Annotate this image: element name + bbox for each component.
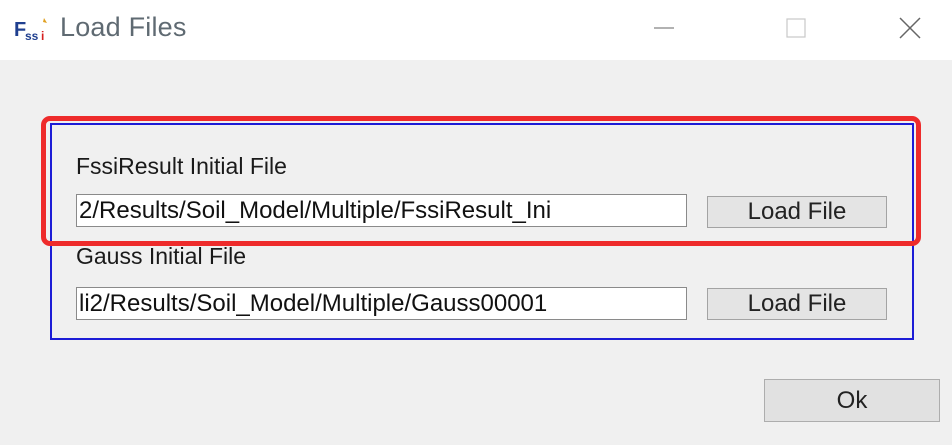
gauss-load-button[interactable]: Load File <box>707 288 887 320</box>
title-bar: F ss i Load Files <box>0 0 952 60</box>
minimize-button[interactable] <box>634 0 694 56</box>
maximize-icon <box>786 18 806 38</box>
close-icon <box>899 17 921 39</box>
ok-button[interactable]: Ok <box>764 379 940 422</box>
close-button[interactable] <box>880 0 940 56</box>
window-title: Load Files <box>60 12 187 42</box>
highlight-annotation <box>41 116 921 246</box>
svg-text:ss: ss <box>25 29 39 43</box>
minimize-icon <box>654 27 674 29</box>
svg-text:i: i <box>41 29 44 43</box>
gauss-label: Gauss Initial File <box>76 243 247 269</box>
fssi-app-icon: F ss i <box>14 18 47 43</box>
gauss-path-input[interactable] <box>76 287 687 320</box>
maximize-button[interactable] <box>766 0 826 56</box>
